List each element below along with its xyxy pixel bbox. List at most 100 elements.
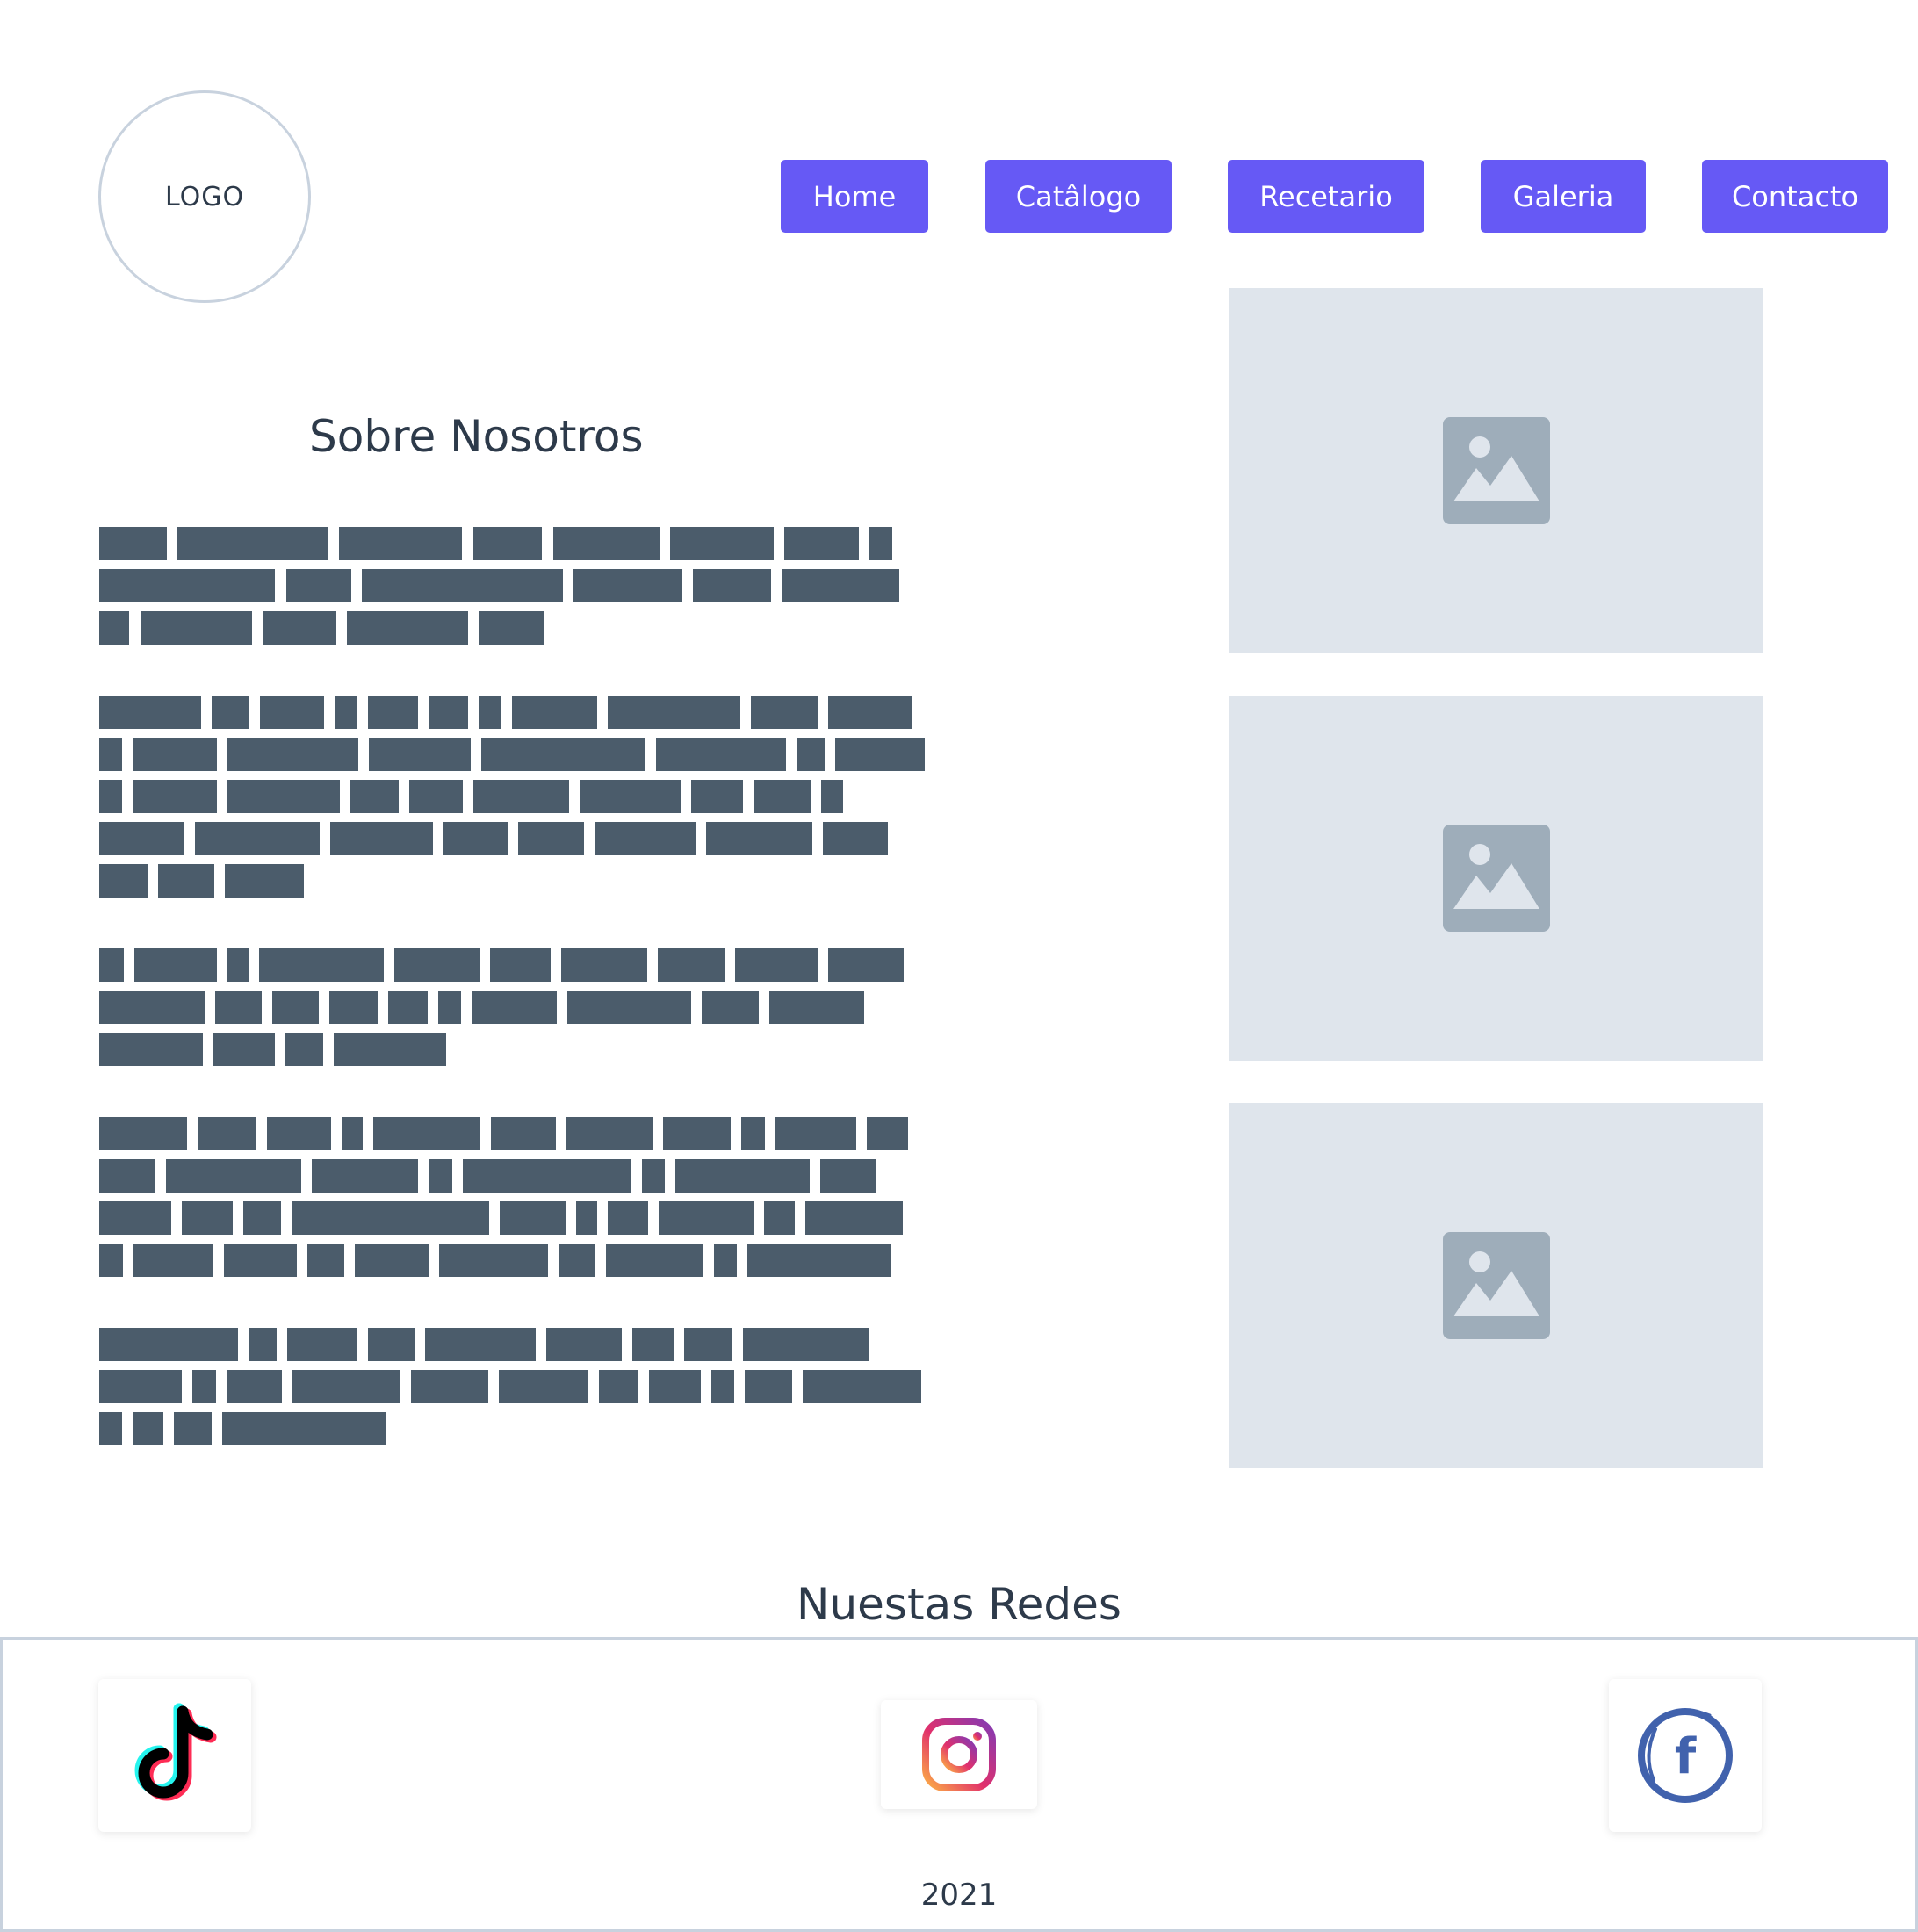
placeholder-word [561, 948, 647, 982]
placeholder-word [267, 1117, 331, 1150]
placeholder-word [869, 527, 892, 560]
image-placeholder [1229, 696, 1763, 1061]
placeholder-word [702, 991, 759, 1024]
placeholder-word [553, 527, 660, 560]
placeholder-word [373, 1117, 480, 1150]
placeholder-word [608, 1201, 648, 1235]
text-line [99, 991, 934, 1024]
image-placeholder-icon [1443, 417, 1550, 524]
placeholder-word [312, 1159, 418, 1193]
placeholder-word [355, 1244, 429, 1277]
placeholder-word [99, 1328, 238, 1361]
placeholder-word [769, 991, 864, 1024]
text-line [99, 1412, 934, 1445]
placeholder-word [429, 1159, 452, 1193]
placeholder-word [99, 1201, 171, 1235]
placeholder-word [691, 780, 743, 813]
placeholder-word [711, 1370, 734, 1403]
placeholder-word [272, 991, 319, 1024]
placeholder-word [599, 1370, 638, 1403]
placeholder-word [134, 948, 217, 982]
placeholder-word [425, 1328, 536, 1361]
placeholder-word [368, 696, 418, 729]
placeholder-word [490, 948, 551, 982]
logo-label: LOGO [164, 181, 245, 213]
placeholder-word [182, 1201, 233, 1235]
placeholder-word [743, 1328, 869, 1361]
placeholder-word [99, 1370, 182, 1403]
placeholder-word [438, 991, 461, 1024]
placeholder-word [606, 1244, 703, 1277]
text-paragraph-4 [99, 1117, 934, 1286]
placeholder-word [500, 1201, 566, 1235]
text-line [99, 569, 934, 602]
nav-catalogo-button[interactable]: Catâlogo [985, 160, 1172, 233]
text-line [99, 696, 934, 729]
placeholder-word [287, 1328, 357, 1361]
facebook-link[interactable]: f [1609, 1679, 1762, 1832]
placeholder-word [512, 696, 597, 729]
text-line [99, 948, 934, 982]
placeholder-word [559, 1244, 595, 1277]
placeholder-word [595, 822, 696, 855]
placeholder-word [473, 780, 569, 813]
placeholder-word [369, 738, 471, 771]
placeholder-word [330, 822, 433, 855]
placeholder-word [656, 738, 786, 771]
placeholder-word [388, 991, 428, 1024]
placeholder-word [659, 1201, 754, 1235]
nav-galeria-button[interactable]: Galeria [1481, 160, 1646, 233]
placeholder-word [499, 1370, 588, 1403]
text-line [99, 1117, 934, 1150]
placeholder-word [567, 991, 691, 1024]
placeholder-word [260, 696, 324, 729]
nav-recetario-button[interactable]: Recetario [1228, 160, 1424, 233]
placeholder-word [429, 696, 468, 729]
placeholder-word [576, 1201, 597, 1235]
nav-home-button[interactable]: Home [781, 160, 928, 233]
text-line [99, 611, 934, 645]
placeholder-word [224, 1244, 297, 1277]
placeholder-word [329, 991, 378, 1024]
placeholder-word [473, 527, 542, 560]
text-line [99, 1033, 934, 1066]
placeholder-word [518, 822, 584, 855]
text-line [99, 1328, 934, 1361]
placeholder-word [649, 1370, 701, 1403]
footer-year: 2021 [920, 1878, 998, 1913]
placeholder-word [141, 611, 252, 645]
placeholder-word [823, 822, 888, 855]
placeholder-word [820, 1159, 876, 1193]
placeholder-word [362, 569, 563, 602]
placeholder-word [835, 738, 925, 771]
placeholder-word [805, 1201, 903, 1235]
placeholder-word [658, 948, 725, 982]
image-placeholder-icon [1443, 1232, 1550, 1339]
placeholder-word [751, 696, 818, 729]
placeholder-word [198, 1117, 256, 1150]
logo[interactable]: LOGO [98, 90, 311, 303]
placeholder-word [249, 1328, 277, 1361]
placeholder-word [339, 527, 462, 560]
placeholder-word [99, 738, 122, 771]
text-paragraph-2 [99, 696, 934, 906]
placeholder-word [99, 864, 148, 898]
svg-text:f: f [1675, 1728, 1697, 1785]
placeholder-word [263, 611, 336, 645]
placeholder-word [782, 569, 899, 602]
nav-contacto-button[interactable]: Contacto [1702, 160, 1888, 233]
placeholder-word [821, 780, 843, 813]
text-line [99, 780, 934, 813]
placeholder-word [368, 1328, 415, 1361]
tiktok-link[interactable] [98, 1679, 251, 1832]
placeholder-word [797, 738, 825, 771]
placeholder-word [133, 1244, 213, 1277]
placeholder-word [632, 1328, 674, 1361]
placeholder-word [566, 1117, 653, 1150]
placeholder-word [747, 1244, 891, 1277]
placeholder-word [463, 1159, 631, 1193]
placeholder-word [663, 1117, 731, 1150]
placeholder-word [675, 1159, 810, 1193]
placeholder-word [745, 1370, 792, 1403]
instagram-link[interactable] [881, 1700, 1037, 1809]
